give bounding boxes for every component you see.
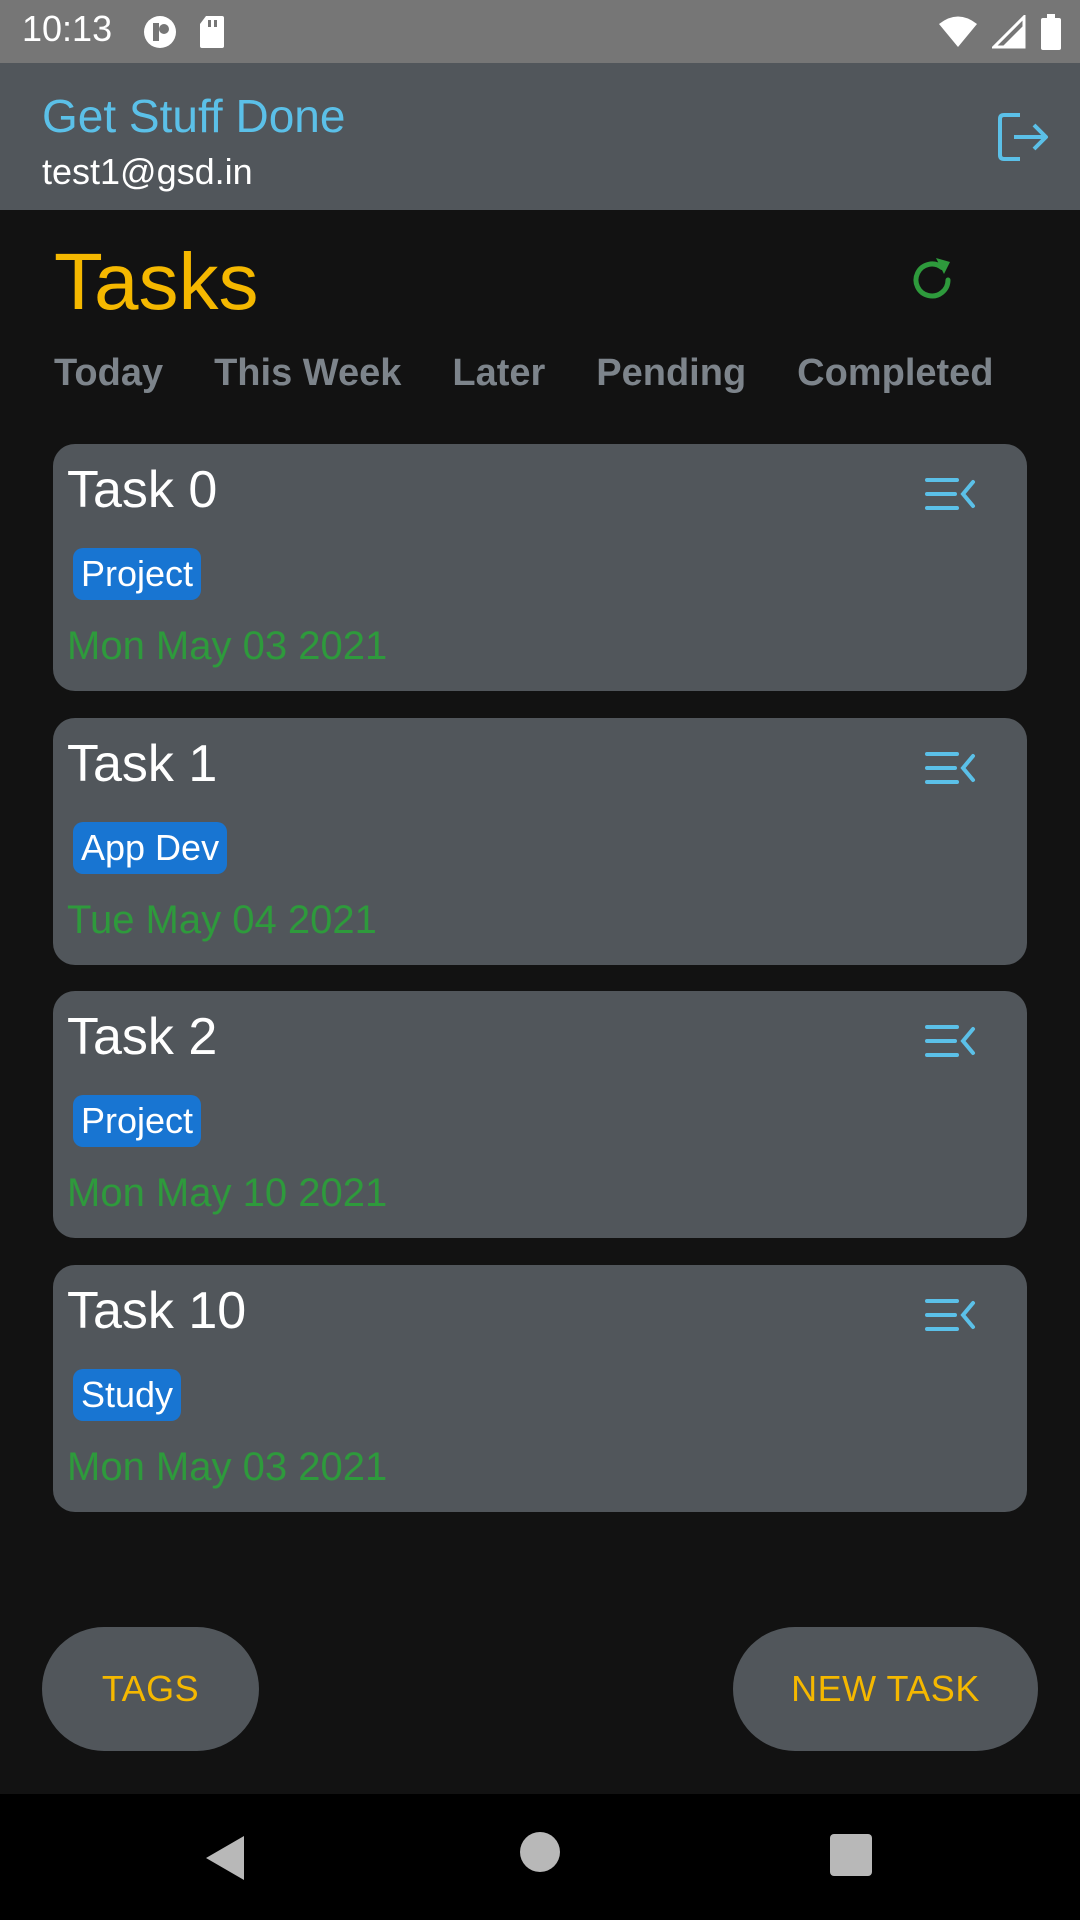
- task-title: Task 2: [67, 1008, 218, 1066]
- signal-icon: [992, 15, 1026, 49]
- task-card[interactable]: Task 0 Project Mon May 03 2021: [53, 444, 1027, 691]
- task-menu-icon[interactable]: [925, 1295, 977, 1335]
- battery-icon: [1041, 14, 1061, 50]
- task-tag: Project: [73, 1095, 202, 1147]
- task-tag: App Dev: [73, 822, 228, 874]
- back-icon[interactable]: [204, 1834, 248, 1882]
- logout-icon[interactable]: [996, 109, 1052, 165]
- tab-this-week[interactable]: This Week: [214, 352, 401, 395]
- status-time: 10:13: [22, 8, 113, 49]
- task-card[interactable]: Task 1 App Dev Tue May 04 2021: [53, 718, 1027, 965]
- task-tag: Project: [73, 548, 202, 600]
- status-bar: 10:13: [0, 0, 1080, 63]
- tags-button[interactable]: TAGS: [42, 1627, 259, 1751]
- task-date: Mon May 10 2021: [67, 1171, 388, 1215]
- tab-today[interactable]: Today: [54, 352, 163, 395]
- app-title: Get Stuff Done: [42, 90, 346, 142]
- app-header: Get Stuff Done test1@gsd.in: [0, 63, 1080, 210]
- user-email: test1@gsd.in: [42, 151, 253, 192]
- task-title: Task 10: [67, 1282, 247, 1340]
- tab-later[interactable]: Later: [452, 352, 545, 395]
- task-tag: Study: [73, 1369, 182, 1421]
- task-date: Mon May 03 2021: [67, 1445, 388, 1489]
- task-menu-icon[interactable]: [925, 748, 977, 788]
- home-icon[interactable]: [520, 1832, 560, 1872]
- task-date: Mon May 03 2021: [67, 624, 388, 668]
- refresh-icon[interactable]: [904, 252, 960, 308]
- task-card[interactable]: Task 2 Project Mon May 10 2021: [53, 991, 1027, 1238]
- wifi-icon: [939, 16, 977, 47]
- page-title: Tasks: [54, 237, 259, 326]
- tab-completed[interactable]: Completed: [797, 352, 993, 395]
- filter-tabs: Today This Week Later Pending Completed: [54, 352, 994, 395]
- notification-icon: [144, 16, 176, 48]
- task-title: Task 0: [67, 461, 218, 519]
- recents-icon[interactable]: [830, 1834, 872, 1876]
- sd-card-icon: [200, 16, 224, 48]
- task-card[interactable]: Task 10 Study Mon May 03 2021: [53, 1265, 1027, 1512]
- task-date: Tue May 04 2021: [67, 898, 377, 942]
- navigation-bar: [0, 1794, 1080, 1920]
- new-task-button[interactable]: NEW TASK: [733, 1627, 1038, 1751]
- task-title: Task 1: [67, 735, 218, 793]
- task-menu-icon[interactable]: [925, 1021, 977, 1061]
- tab-pending[interactable]: Pending: [596, 352, 746, 395]
- task-menu-icon[interactable]: [925, 474, 977, 514]
